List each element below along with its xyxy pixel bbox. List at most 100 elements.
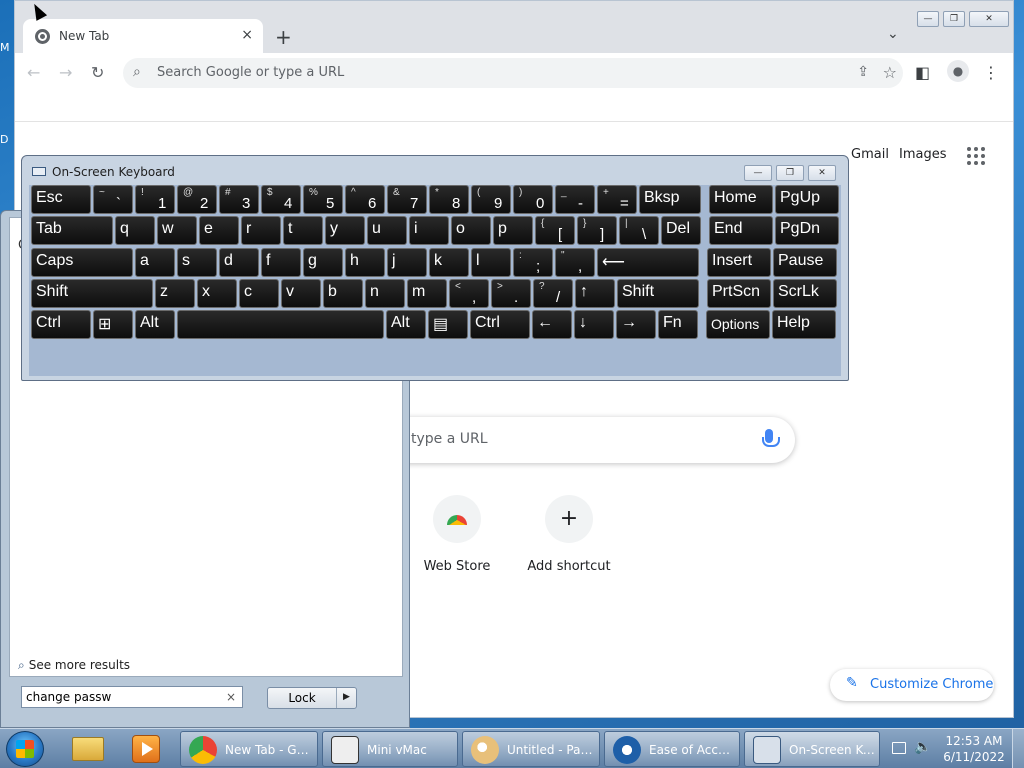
restore-button[interactable]: ❐ <box>943 11 965 27</box>
key-symbol[interactable]: <, <box>449 279 489 308</box>
key-pgup[interactable]: PgUp <box>775 185 839 214</box>
taskbar-item-mini-vmac[interactable]: Mini vMac <box>322 731 458 767</box>
key-n[interactable]: n <box>365 279 405 308</box>
chrome-menu-icon[interactable]: ⋮ <box>983 63 999 82</box>
key-s[interactable]: s <box>177 248 217 277</box>
key-i[interactable]: i <box>409 216 449 245</box>
key-pgdn[interactable]: PgDn <box>775 216 839 245</box>
taskbar-item-on-screen-keyboard[interactable]: On-Screen Ke... <box>744 731 880 767</box>
key-q[interactable]: q <box>115 216 155 245</box>
key-symbol[interactable]: + = <box>597 185 637 214</box>
key-a[interactable]: a <box>135 248 175 277</box>
key-symbol[interactable]: ~ ` <box>93 185 133 214</box>
taskbar-item-paint[interactable]: Untitled - Paint <box>462 731 600 767</box>
close-button[interactable]: ✕ <box>969 11 1009 27</box>
key-ctrl[interactable]: Ctrl <box>31 310 91 339</box>
key-shift[interactable]: Shift <box>31 279 153 308</box>
key-symbol[interactable]: ? / <box>533 279 573 308</box>
media-player-pin-icon[interactable] <box>124 733 168 765</box>
key-y[interactable]: y <box>325 216 365 245</box>
key-h[interactable]: h <box>345 248 385 277</box>
key-del[interactable]: Del <box>661 216 701 245</box>
lock-button[interactable]: Lock ▶ <box>267 687 357 709</box>
key-shift[interactable]: Shift <box>617 279 699 308</box>
key-0[interactable]: ) 0 <box>513 185 553 214</box>
start-search-box[interactable]: × <box>21 686 243 708</box>
key-end[interactable]: End <box>709 216 773 245</box>
key-symbol[interactable]: ↑ <box>575 279 615 308</box>
osk-close-button[interactable]: ✕ <box>808 165 836 181</box>
osk-restore-button[interactable]: ❐ <box>776 165 804 181</box>
tab-search-icon[interactable]: ⌄ <box>887 26 899 42</box>
key-scrlk[interactable]: ScrLk <box>773 279 837 308</box>
key-5[interactable]: % 5 <box>303 185 343 214</box>
key-tab[interactable]: Tab <box>31 216 113 245</box>
key-symbol[interactable]: ← <box>532 310 572 339</box>
key-esc[interactable]: Esc <box>31 185 91 214</box>
explorer-pin-icon[interactable] <box>66 733 110 765</box>
key-alt[interactable]: Alt <box>386 310 426 339</box>
osk-titlebar[interactable]: On-Screen Keyboard — ❐ ✕ <box>22 156 848 186</box>
key-4[interactable]: $4 <box>261 185 301 214</box>
key-symbol[interactable]: ▤ <box>428 310 468 339</box>
profile-avatar-icon[interactable]: ● <box>947 60 969 82</box>
key-options[interactable]: Options <box>706 310 770 339</box>
bookmark-star-icon[interactable]: ☆ <box>883 63 897 82</box>
key-7[interactable]: & 7 <box>387 185 427 214</box>
taskbar-item-chrome[interactable]: New Tab - Go... <box>180 731 318 767</box>
key-e[interactable]: e <box>199 216 239 245</box>
gmail-link[interactable]: Gmail <box>851 147 889 162</box>
key-symbol[interactable]: ⊞ <box>93 310 133 339</box>
key-b[interactable]: b <box>323 279 363 308</box>
key-r[interactable]: r <box>241 216 281 245</box>
key-k[interactable]: k <box>429 248 469 277</box>
show-desktop-button[interactable] <box>1012 729 1024 768</box>
key-symbol[interactable]: ", <box>555 248 595 277</box>
key-6[interactable]: ^ 6 <box>345 185 385 214</box>
key-f[interactable]: f <box>261 248 301 277</box>
key-prtscn[interactable]: PrtScn <box>707 279 771 308</box>
network-icon[interactable] <box>892 742 906 754</box>
key-symbol[interactable]: _ - <box>555 185 595 214</box>
key-j[interactable]: j <box>387 248 427 277</box>
share-icon[interactable]: ⇪ <box>857 64 869 80</box>
key-symbol[interactable]: }] <box>577 216 617 245</box>
taskbar-item-ease-of-access[interactable]: Ease of Access <box>604 731 740 767</box>
osk-minimize-button[interactable]: — <box>744 165 772 181</box>
key-symbol[interactable]: {[ <box>535 216 575 245</box>
key-space[interactable] <box>177 310 384 339</box>
key-v[interactable]: v <box>281 279 321 308</box>
key-9[interactable]: (9 <box>471 185 511 214</box>
key-bksp[interactable]: Bksp <box>639 185 701 214</box>
start-button[interactable] <box>6 731 44 767</box>
back-icon[interactable]: ← <box>27 63 40 82</box>
key-symbol[interactable]: >. <box>491 279 531 308</box>
see-more-results-link[interactable]: ⌕ See more results <box>18 658 130 673</box>
key-2[interactable]: @2 <box>177 185 217 214</box>
tab-new-tab[interactable]: New Tab × <box>23 19 263 53</box>
key-g[interactable]: g <box>303 248 343 277</box>
key-l[interactable]: l <box>471 248 511 277</box>
key-x[interactable]: x <box>197 279 237 308</box>
volume-icon[interactable]: 🔈 <box>914 739 931 755</box>
key-symbol[interactable]: ⟵ <box>597 248 699 277</box>
microphone-icon[interactable] <box>762 429 780 447</box>
reload-icon[interactable]: ↻ <box>91 63 104 82</box>
key-d[interactable]: d <box>219 248 259 277</box>
clock-time[interactable]: 12:53 AM <box>942 734 1006 748</box>
key-t[interactable]: t <box>283 216 323 245</box>
key-1[interactable]: ! 1 <box>135 185 175 214</box>
key-symbol[interactable]: :; <box>513 248 553 277</box>
new-tab-button[interactable]: + <box>275 25 292 49</box>
key-p[interactable]: p <box>493 216 533 245</box>
key-o[interactable]: o <box>451 216 491 245</box>
key-8[interactable]: * 8 <box>429 185 469 214</box>
key-u[interactable]: u <box>367 216 407 245</box>
shortcut-add[interactable]: + Add shortcut <box>519 495 619 574</box>
key-c[interactable]: c <box>239 279 279 308</box>
tab-close-icon[interactable]: × <box>241 27 253 43</box>
minimize-button[interactable]: — <box>917 11 939 27</box>
shortcut-web-store[interactable]: Web Store <box>407 495 507 574</box>
images-link[interactable]: Images <box>899 147 947 162</box>
key-alt[interactable]: Alt <box>135 310 175 339</box>
